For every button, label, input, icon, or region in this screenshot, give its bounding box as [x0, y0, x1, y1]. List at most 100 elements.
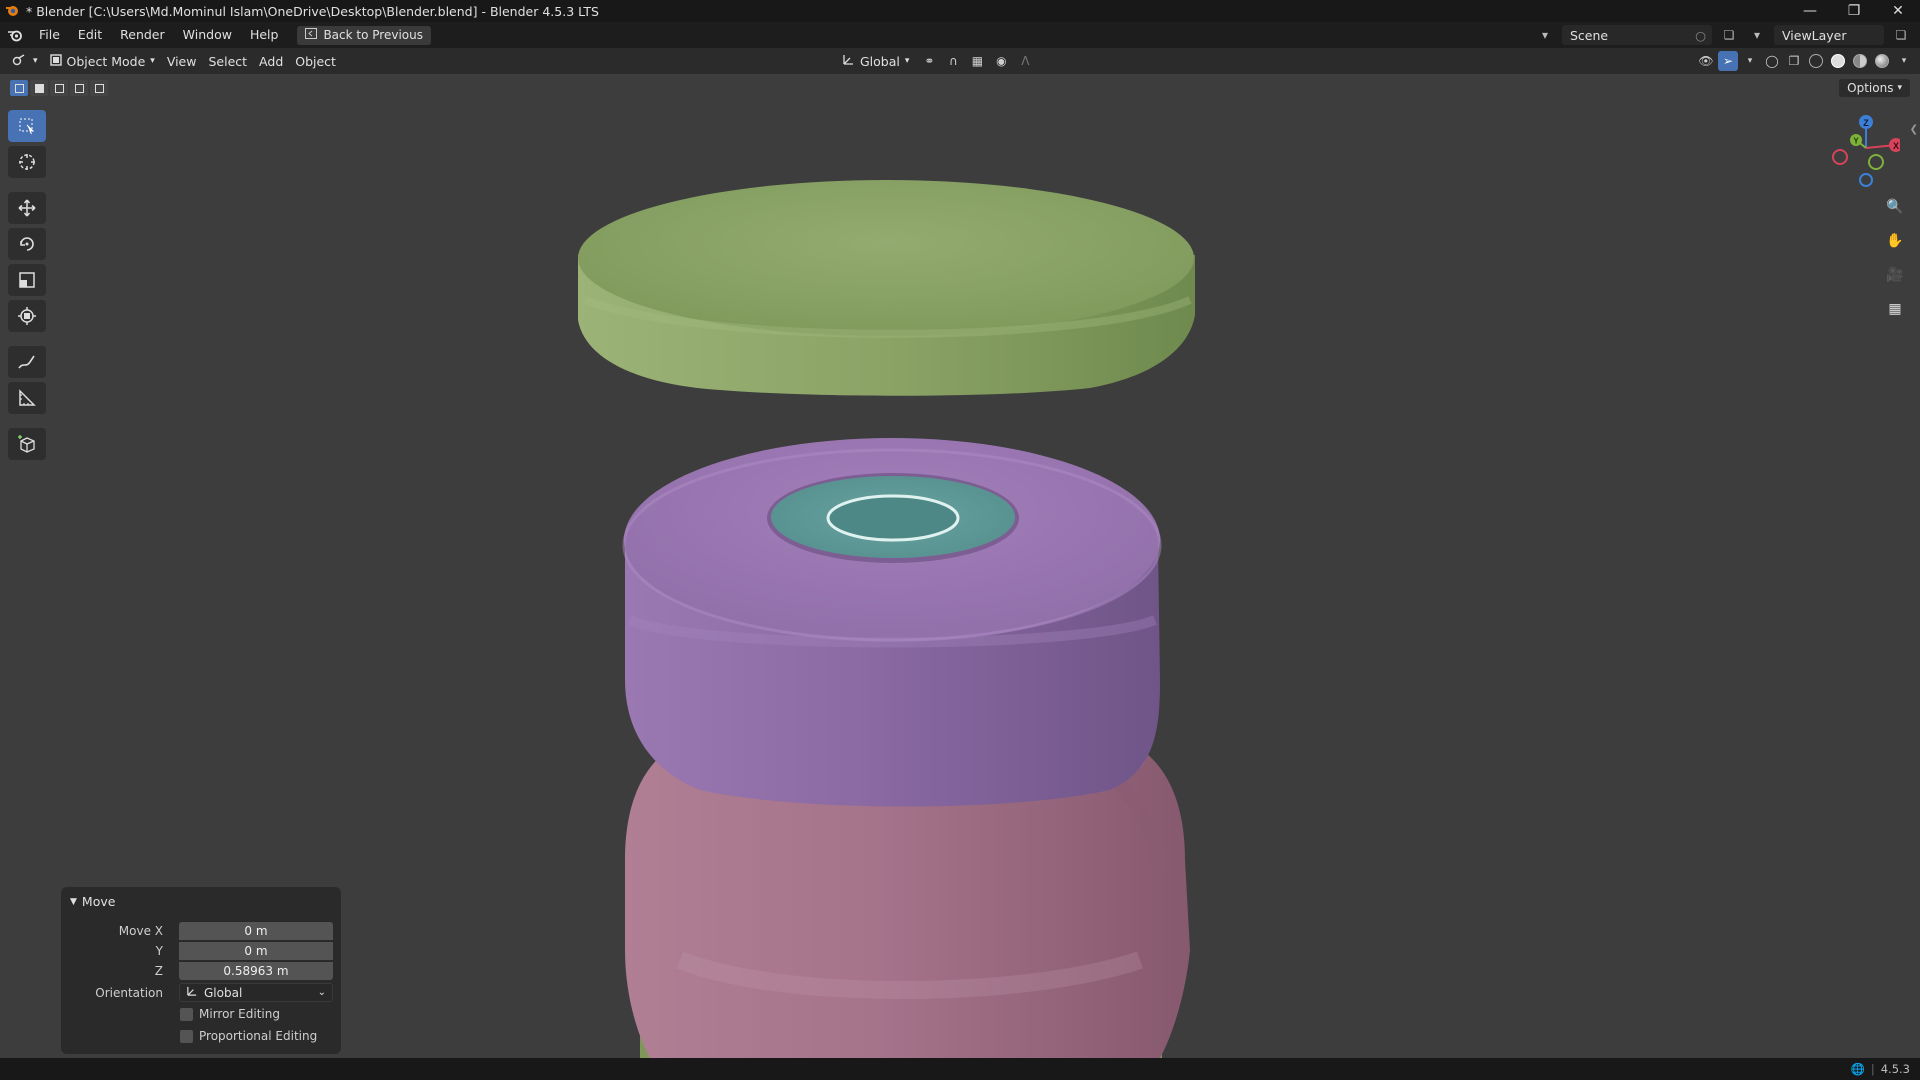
- shading-dropdown-icon[interactable]: ▾: [1894, 51, 1914, 71]
- x-axis-label: X: [1893, 141, 1899, 151]
- view-layer-selector-icon[interactable]: ▾: [1746, 25, 1768, 45]
- chevron-down-icon: ▾: [33, 56, 38, 66]
- window-controls: — ❐ ✕: [1788, 0, 1920, 22]
- orientation-dropdown[interactable]: Global ⌄: [179, 983, 333, 1002]
- status-bar: 🌐 | 4.5.3: [0, 1058, 1920, 1080]
- blender-app-icon: [4, 3, 20, 19]
- gizmo-dropdown-icon[interactable]: ▾: [1740, 51, 1760, 71]
- blender-window: * Blender [C:\Users\Md.Mominul Islam\One…: [0, 0, 1920, 1080]
- version-text: 4.5.3: [1880, 1062, 1910, 1076]
- camera-view-icon[interactable]: 🎥: [1882, 262, 1908, 288]
- snap-target-icon[interactable]: ▦: [967, 51, 987, 71]
- perspective-grid-icon[interactable]: ▦: [1882, 296, 1908, 322]
- move-z-label: Z: [154, 963, 163, 978]
- rendered-shading-icon[interactable]: [1872, 51, 1892, 71]
- pivot-point-icon[interactable]: ⚭: [919, 51, 939, 71]
- pan-hand-icon[interactable]: ✋: [1882, 228, 1908, 254]
- mirror-editing-box[interactable]: [180, 1007, 193, 1021]
- chevron-down-icon: ▾: [1897, 83, 1902, 93]
- object-mode-dropdown[interactable]: Object Mode ▾: [43, 51, 161, 71]
- minimize-icon[interactable]: —: [1788, 0, 1832, 22]
- sidebar-toggle-icon[interactable]: ❮: [1910, 124, 1918, 135]
- orientation-row: Orientation Global ⌄: [61, 983, 341, 1002]
- orientation-icon: [842, 53, 855, 69]
- editor-type-icon: [12, 53, 28, 69]
- overlay-toggle-icon[interactable]: ◯: [1762, 51, 1782, 71]
- gizmo-toggle-icon[interactable]: ➢: [1718, 51, 1738, 71]
- scene-selector-icon[interactable]: ▾: [1534, 25, 1556, 45]
- object-mode-icon: [49, 53, 62, 69]
- wireframe-shading-icon[interactable]: [1806, 51, 1826, 71]
- menu-view[interactable]: View: [161, 51, 203, 71]
- back-icon: [305, 28, 318, 42]
- transform-orientation-dropdown[interactable]: Global ▾: [836, 51, 915, 71]
- chevron-down-icon: ▼: [70, 896, 77, 907]
- scale-tool-icon[interactable]: [8, 264, 46, 296]
- navigation-gizmo[interactable]: Z X Y: [1820, 108, 1900, 188]
- mirror-editing-checkbox[interactable]: Mirror Editing: [180, 1007, 280, 1021]
- falloff-icon[interactable]: Λ: [1015, 51, 1035, 71]
- status-right: 🌐 | 4.5.3: [1851, 1058, 1910, 1080]
- mirror-editing-label: Mirror Editing: [199, 1007, 280, 1021]
- transform-controls: Global ▾ ⚭ ∩ ▦ ◉ Λ: [836, 51, 1035, 71]
- tool-shelf: [8, 110, 48, 460]
- menu-help[interactable]: Help: [241, 22, 288, 48]
- measure-tool-icon[interactable]: [8, 382, 46, 414]
- transform-tool-icon[interactable]: [8, 300, 46, 332]
- operator-panel-header[interactable]: ▼ Move: [70, 894, 115, 909]
- view-layer-field[interactable]: ViewLayer: [1774, 25, 1884, 45]
- new-scene-icon[interactable]: ❏: [1718, 25, 1740, 45]
- orientation-icon: [186, 985, 198, 1000]
- blender-menu-icon[interactable]: [0, 22, 30, 48]
- material-shading-icon[interactable]: [1850, 51, 1870, 71]
- status-divider: |: [1870, 1062, 1875, 1076]
- title-bar: * Blender [C:\Users\Md.Mominul Islam\One…: [0, 0, 1920, 22]
- editor-type-button[interactable]: ▾: [6, 51, 44, 71]
- menubar-right: ▾ Scene ○ ❏ ▾ ViewLayer ❏: [1534, 22, 1920, 48]
- options-dropdown[interactable]: Options ▾: [1839, 79, 1910, 97]
- select-extend-icon[interactable]: [30, 80, 48, 96]
- menu-file[interactable]: File: [30, 22, 69, 48]
- proportional-editing-checkbox[interactable]: Proportional Editing: [180, 1029, 317, 1043]
- cursor-tool-icon[interactable]: [8, 146, 46, 178]
- scene-name-field[interactable]: Scene ○: [1562, 25, 1712, 45]
- solid-shading-icon[interactable]: [1828, 51, 1848, 71]
- menu-object[interactable]: Object: [289, 51, 342, 71]
- move-tool-icon[interactable]: [8, 192, 46, 224]
- move-x-field[interactable]: 0 m: [179, 921, 333, 940]
- restore-icon[interactable]: ❐: [1832, 0, 1876, 22]
- move-x-label: Move X: [118, 923, 163, 938]
- pin-icon[interactable]: ○: [1695, 28, 1706, 43]
- neg-y-axis-icon: [1868, 154, 1884, 170]
- select-intersect-icon[interactable]: [90, 80, 108, 96]
- menu-select[interactable]: Select: [202, 51, 253, 71]
- move-z-field[interactable]: 0.58963 m: [179, 961, 333, 980]
- last-operator-panel[interactable]: ▼ Move Move X 0 m Y 0 m Z 0.58963 m Orie…: [61, 887, 341, 1054]
- select-box-tool-icon[interactable]: [8, 110, 46, 142]
- menu-add[interactable]: Add: [253, 51, 289, 71]
- menu-window[interactable]: Window: [174, 22, 241, 48]
- menu-edit[interactable]: Edit: [69, 22, 111, 48]
- proportional-editing-icon[interactable]: ◉: [991, 51, 1011, 71]
- window-title: * Blender [C:\Users\Md.Mominul Islam\One…: [26, 3, 599, 19]
- select-invert-icon[interactable]: [70, 80, 88, 96]
- select-subtract-icon[interactable]: [50, 80, 68, 96]
- back-to-previous-button[interactable]: Back to Previous: [297, 25, 431, 45]
- xray-toggle-icon[interactable]: ❐: [1784, 51, 1804, 71]
- proportional-editing-box[interactable]: [180, 1029, 193, 1043]
- operator-title: Move: [81, 894, 116, 909]
- select-new-icon[interactable]: [10, 80, 28, 96]
- visibility-icon[interactable]: 👁: [1696, 51, 1716, 71]
- globe-icon[interactable]: 🌐: [1851, 1062, 1865, 1076]
- annotate-tool-icon[interactable]: [8, 346, 46, 378]
- navigation-buttons: 🔍 ✋ 🎥 ▦: [1882, 194, 1908, 322]
- chevron-down-icon: ▾: [904, 56, 910, 66]
- zoom-icon[interactable]: 🔍: [1882, 194, 1908, 220]
- move-y-field[interactable]: 0 m: [179, 941, 333, 960]
- close-icon[interactable]: ✕: [1876, 0, 1920, 22]
- snap-icon[interactable]: ∩: [943, 51, 963, 71]
- menu-render[interactable]: Render: [111, 22, 174, 48]
- add-cube-tool-icon[interactable]: [8, 428, 46, 460]
- new-view-layer-icon[interactable]: ❏: [1890, 25, 1912, 45]
- rotate-tool-icon[interactable]: [8, 228, 46, 260]
